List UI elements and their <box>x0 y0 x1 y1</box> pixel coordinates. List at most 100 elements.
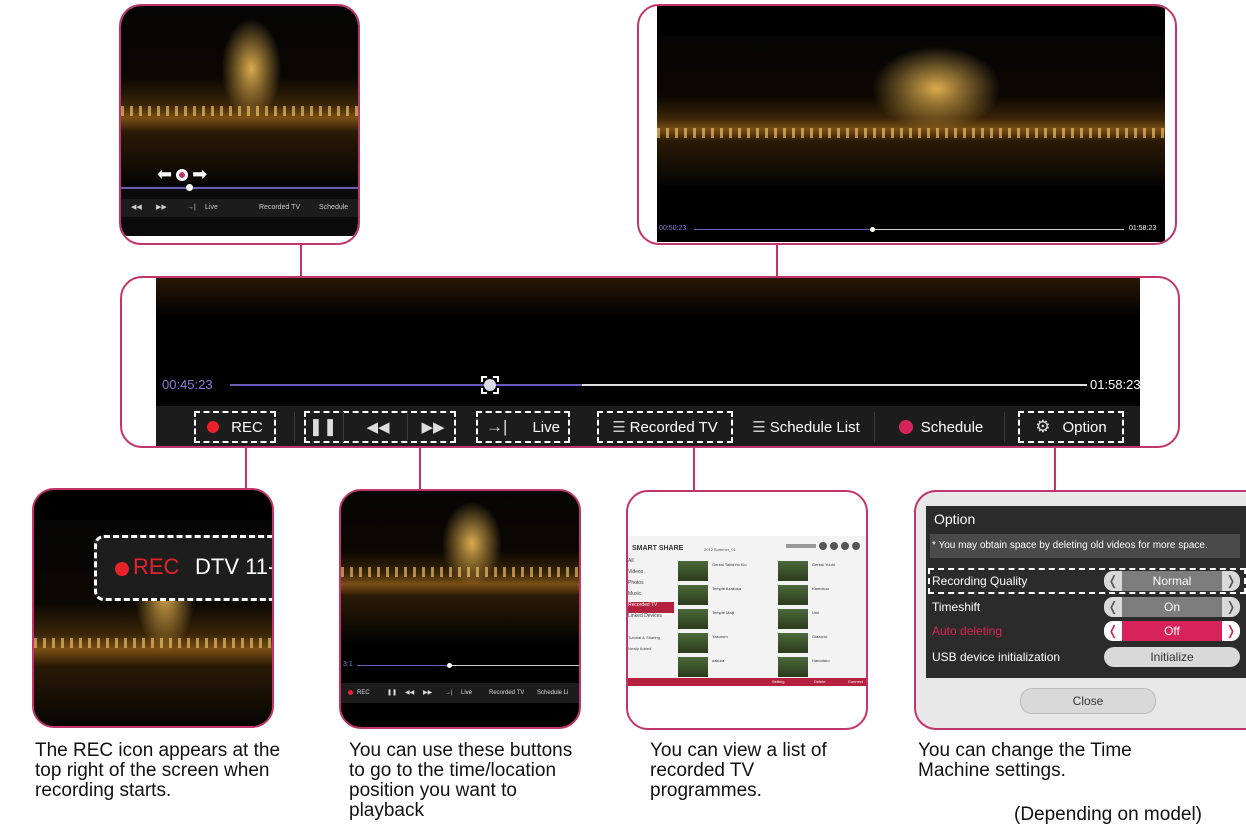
option-value: On <box>1122 597 1222 617</box>
city-lights <box>341 567 579 577</box>
option-note: * You may obtain space by deleting old v… <box>930 534 1240 558</box>
sidebar-item[interactable]: Newly Added <box>628 646 674 657</box>
settings-icon[interactable] <box>830 542 838 550</box>
caption-rec: The REC icon appears at the top right of… <box>35 740 281 801</box>
recorded-tv-button[interactable]: ☰ Recorded TV <box>599 413 731 441</box>
night-city-image <box>121 6 358 186</box>
option-row-auto-deleting[interactable]: Auto deleting ❬ Off ❭ <box>926 620 1240 642</box>
option-panel: Option * You may obtain space by deletin… <box>914 490 1246 730</box>
progress-knob[interactable] <box>186 184 193 191</box>
progress-remaining <box>872 229 1124 230</box>
progress-track <box>121 187 358 189</box>
mini-control-bar: REC ❚❚ ◀◀ ▶▶ →| Live Recorded TV Schedul… <box>341 683 579 703</box>
live-button[interactable]: Live <box>461 683 472 703</box>
delete-button[interactable]: Delete <box>814 678 826 686</box>
progress-played <box>694 229 872 230</box>
option-dialog: Option * You may obtain space by deletin… <box>926 506 1246 678</box>
control-bar: REC ❚❚ ◀◀ ▶▶ →| Live ☰ Recorded TV ☰ Sch… <box>156 406 1140 446</box>
rec-indicator-panel: REC DTV 11-1 <box>32 488 274 728</box>
chevron-left-icon[interactable]: ❬ <box>1104 597 1122 617</box>
rec-button[interactable]: REC <box>196 413 274 441</box>
live-button[interactable]: Live <box>205 199 218 217</box>
time-end: 01:58:23 <box>1129 225 1157 232</box>
caption-depending-on-model: (Depending on model) <box>1014 804 1203 825</box>
option-title: Option <box>934 511 976 527</box>
schedule-button[interactable]: Schedule <box>886 413 996 441</box>
chevron-right-icon[interactable]: ❭ <box>1222 621 1240 641</box>
search-icon[interactable] <box>819 542 827 550</box>
fast-forward-icon: ▶▶ <box>421 419 445 436</box>
gear-icon: ⚙ <box>1035 417 1051 436</box>
list-item[interactable]: oakura Hanodaro <box>678 656 864 678</box>
connector-line <box>1054 446 1056 491</box>
rewind-icon: ◀◀ <box>366 419 390 436</box>
total-time: 01:58:23 <box>1090 377 1141 392</box>
recorded-list-icon: ☰ <box>612 419 626 436</box>
forward-icon[interactable]: ▶▶ <box>423 683 432 703</box>
rewind-button[interactable]: ◀◀ <box>131 199 142 217</box>
schedule-list-button[interactable]: ☰ Schedule List <box>741 413 871 441</box>
fast-forward-button[interactable]: ▶▶ <box>412 413 454 441</box>
connector-line <box>693 446 695 491</box>
progress-remaining <box>449 665 579 666</box>
list-item[interactable]: Yasurom Giazorro <box>678 632 864 656</box>
night-city-image <box>657 36 1165 186</box>
night-city-image <box>341 491 579 641</box>
progress-knob[interactable] <box>447 663 452 668</box>
live-button[interactable]: →| Live <box>478 413 568 441</box>
schedule-list-icon: ☰ <box>752 419 766 436</box>
chevron-right-icon[interactable]: ❭ <box>1222 597 1240 617</box>
list-item[interactable]: Gentai Takio no Kio Gentai Yuuhi <box>678 560 864 584</box>
initialize-button[interactable]: Initialize <box>1104 647 1240 667</box>
schedule-button[interactable]: Schedule <box>319 199 348 217</box>
record-icon <box>348 690 353 695</box>
sidebar-item-recorded-tv[interactable]: Recorded TV <box>628 602 674 613</box>
sidebar-item[interactable]: Linked Devices <box>628 613 674 635</box>
pause-button[interactable]: ❚❚ <box>308 413 338 441</box>
record-icon <box>115 562 129 576</box>
city-lights <box>121 106 358 116</box>
current-time: 00:45:23 <box>162 377 213 392</box>
info-icon[interactable] <box>841 542 849 550</box>
top-right-panel: 00:50:23 01:58:23 <box>637 4 1177 245</box>
recorded-tv-button[interactable]: Recorded TV <box>489 683 524 703</box>
pause-icon[interactable]: ❚❚ <box>387 683 397 703</box>
option-label: USB device initialization <box>932 650 1061 664</box>
option-button[interactable]: ⚙ Option <box>1020 413 1122 441</box>
caption-recorded: You can view a list of recorded TV progr… <box>650 740 827 801</box>
sidebar-item[interactable]: Music <box>628 591 674 602</box>
setting-button[interactable]: Setting <box>772 678 784 686</box>
live-label: Live <box>532 418 560 436</box>
schedule-list-label: Schedule List <box>769 418 860 436</box>
exit-icon[interactable] <box>852 542 860 550</box>
clock-icon <box>898 420 913 434</box>
caption-buttons: You can use these buttons to go to the t… <box>349 741 573 821</box>
sidebar-item[interactable]: Tutorial & Sharing <box>628 635 674 646</box>
smart-share-panel: SMART SHARE 2012 Summer_01 All Videos Ph… <box>626 490 868 730</box>
sidebar-item[interactable]: All <box>628 558 674 569</box>
list-item[interactable]: Temple Maiji Umi <box>678 608 864 632</box>
option-row-timeshift[interactable]: Timeshift ❬ On ❭ <box>926 596 1240 618</box>
chevron-left-icon[interactable]: ❬ <box>1104 621 1122 641</box>
recorded-tv-label: Recorded TV <box>629 418 718 436</box>
rewind-button[interactable]: ◀◀ <box>356 413 400 441</box>
sidebar-item[interactable]: Videos <box>628 569 674 580</box>
list-item[interactable]: Temple Azakusa Kamokuu <box>678 584 864 608</box>
rec-badge: REC DTV 11-1 <box>94 535 272 601</box>
toolbar-icons[interactable] <box>819 542 866 552</box>
connector-line <box>419 446 421 490</box>
rec-label: REC <box>133 554 180 579</box>
forward-button[interactable]: ▶▶ <box>156 199 167 217</box>
option-label: Auto deleting <box>932 624 1003 638</box>
progress-played <box>230 384 582 386</box>
schedule-list-button[interactable]: Schedule Li <box>537 683 568 703</box>
recorded-tv-button[interactable]: Recorded TV <box>259 199 300 217</box>
progress-knob[interactable] <box>870 227 875 232</box>
close-button[interactable]: Close <box>1020 688 1156 714</box>
option-value: Off <box>1122 621 1222 641</box>
sidebar-item[interactable]: Photos <box>628 580 674 591</box>
connect-button[interactable]: Connect <box>848 678 863 686</box>
rewind-icon[interactable]: ◀◀ <box>405 683 414 703</box>
playback-buttons-panel: 3:1 REC ❚❚ ◀◀ ▶▶ →| Live Recorded TV Sch… <box>339 489 581 729</box>
rec-button[interactable]: REC <box>357 683 370 703</box>
